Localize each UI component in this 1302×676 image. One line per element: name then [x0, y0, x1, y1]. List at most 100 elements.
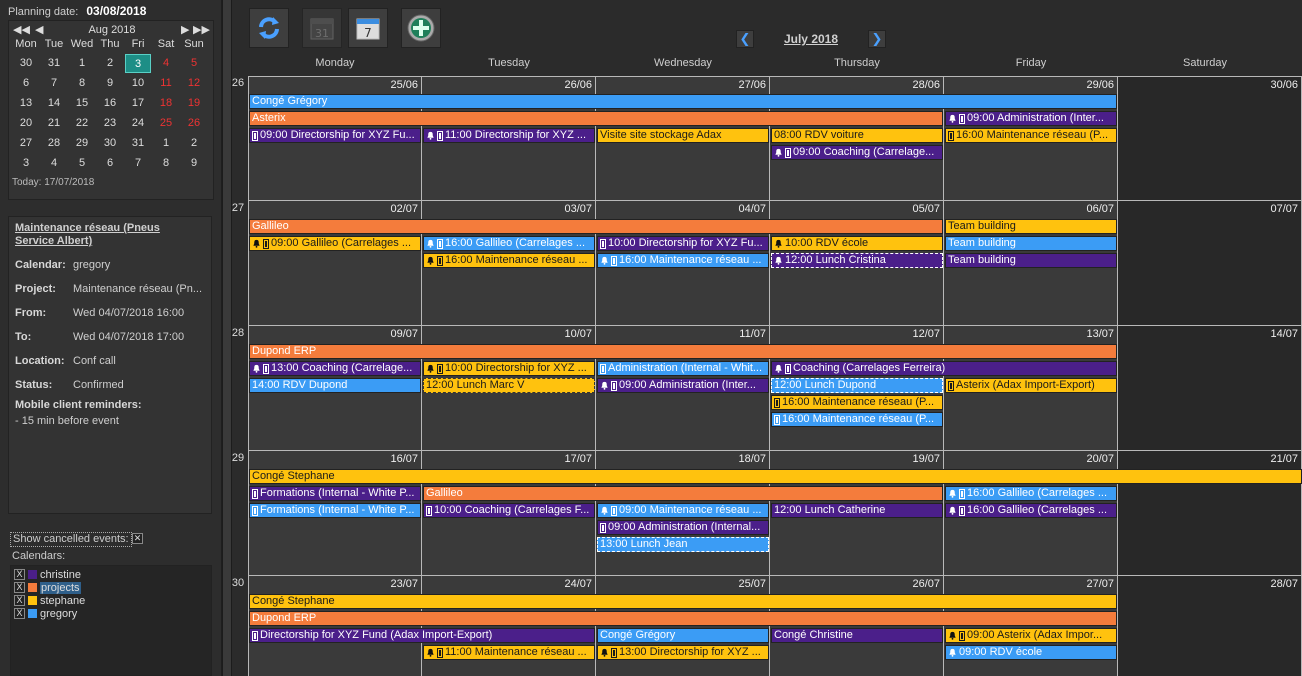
event-christine[interactable]: 12:00 Lunch Catherine: [771, 503, 943, 518]
event-christine[interactable]: Congé Christine: [771, 628, 943, 643]
mini-calendar-day[interactable]: 3: [13, 154, 39, 173]
calendar-checkbox[interactable]: X: [14, 582, 25, 593]
mini-calendar-day[interactable]: 2: [97, 54, 123, 73]
mini-calendar-day[interactable]: 19: [181, 94, 207, 113]
mini-calendar-day[interactable]: 8: [69, 74, 95, 93]
mini-calendar-day[interactable]: 24: [125, 114, 151, 133]
event-stephane[interactable]: Asterix (Adax Import-Export): [945, 378, 1117, 393]
event-title-link[interactable]: Maintenance réseau (Pneus Service Albert…: [15, 222, 195, 248]
event-gregory[interactable]: Congé Grégory: [249, 94, 1117, 109]
day-cell[interactable]: 30/06: [1118, 76, 1302, 201]
event-projects[interactable]: Gallileo: [423, 486, 943, 501]
event-stephane[interactable]: 09:00 Gallileo (Carrelages ...: [249, 236, 421, 251]
mini-calendar-day[interactable]: 29: [69, 134, 95, 153]
event-stephane[interactable]: Visite site stockage Adax: [597, 128, 769, 143]
calendar-item-gregory[interactable]: Xgregory: [14, 607, 77, 620]
event-gregory[interactable]: 16:00 Maintenance réseau (P...: [771, 412, 943, 427]
month-view-button[interactable]: 31: [302, 8, 342, 48]
mini-calendar-day[interactable]: 1: [153, 134, 179, 153]
event-stephane[interactable]: Congé Stephane: [249, 469, 1302, 484]
mini-calendar-day[interactable]: 1: [69, 54, 95, 73]
mini-calendar-day[interactable]: 2: [181, 134, 207, 153]
day-cell[interactable]: 25/07: [596, 576, 770, 676]
event-christine[interactable]: 11:00 Directorship for XYZ ...: [423, 128, 595, 143]
mini-calendar-day[interactable]: 20: [13, 114, 39, 133]
event-projects[interactable]: Gallileo: [249, 219, 943, 234]
mini-calendar-day[interactable]: 30: [97, 134, 123, 153]
mini-calendar-day[interactable]: 10: [125, 74, 151, 93]
event-christine[interactable]: 09:00 Coaching (Carrelage...: [771, 145, 943, 160]
event-christine[interactable]: 09:00 Administration (Internal...: [597, 520, 769, 535]
prev-month-nav-button[interactable]: ❮: [736, 30, 754, 48]
calendar-checkbox[interactable]: X: [14, 569, 25, 580]
mini-calendar-day[interactable]: 5: [69, 154, 95, 173]
event-stephane[interactable]: 13:00 Directorship for XYZ ...: [597, 645, 769, 660]
mini-calendar-day[interactable]: 3: [125, 54, 151, 73]
event-christine[interactable]: 13:00 Coaching (Carrelage...: [249, 361, 421, 376]
day-cell[interactable]: 26/07: [770, 576, 944, 676]
event-christine[interactable]: 09:00 Administration (Inter...: [945, 111, 1117, 126]
event-stephane[interactable]: 08:00 RDV voiture: [771, 128, 943, 143]
mini-calendar-day[interactable]: 21: [41, 114, 67, 133]
show-cancelled-label[interactable]: Show cancelled events:: [10, 532, 132, 547]
event-gregory[interactable]: Administration (Internal - Whit...: [597, 361, 769, 376]
mini-calendar-day[interactable]: 11: [153, 74, 179, 93]
event-stephane[interactable]: 16:00 Maintenance réseau ...: [423, 253, 595, 268]
mini-calendar-day[interactable]: 4: [153, 54, 179, 73]
event-stephane[interactable]: 16:00 Maintenance réseau (P...: [945, 128, 1117, 143]
event-gregory[interactable]: 09:00 Maintenance réseau ...: [597, 503, 769, 518]
event-stephane[interactable]: 12:00 Lunch Marc V: [423, 378, 595, 393]
mini-calendar-day[interactable]: 5: [181, 54, 207, 73]
mini-calendar-day[interactable]: 18: [153, 94, 179, 113]
day-cell[interactable]: 07/07: [1118, 201, 1302, 326]
show-cancelled-checkbox[interactable]: ✕: [132, 533, 143, 544]
calendar-item-stephane[interactable]: Xstephane: [14, 594, 85, 607]
mini-calendar-day[interactable]: 8: [153, 154, 179, 173]
calendar-checkbox[interactable]: X: [14, 595, 25, 606]
event-stephane[interactable]: 10:00 RDV école: [771, 236, 943, 251]
calendar-item-projects[interactable]: Xprojects: [14, 581, 81, 594]
mini-calendar-day[interactable]: 7: [125, 154, 151, 173]
month-title[interactable]: July 2018: [768, 32, 854, 46]
mini-calendar-day[interactable]: 4: [41, 154, 67, 173]
day-cell[interactable]: 28/07: [1118, 576, 1302, 676]
event-christine[interactable]: Coaching (Carrelages Ferreira): [771, 361, 1117, 376]
event-gregory[interactable]: 16:00 Gallileo (Carrelages ...: [945, 486, 1117, 501]
mini-calendar-day[interactable]: 6: [97, 154, 123, 173]
day-cell[interactable]: 23/07: [248, 576, 422, 676]
event-gregory[interactable]: 09:00 RDV école: [945, 645, 1117, 660]
event-christine[interactable]: 09:00 Administration (Inter...: [597, 378, 769, 393]
event-stephane[interactable]: Team building: [945, 219, 1117, 234]
mini-calendar-day[interactable]: 23: [97, 114, 123, 133]
event-gregory[interactable]: 13:00 Lunch Jean: [597, 537, 769, 552]
today-label[interactable]: Today: 17/07/2018: [12, 177, 94, 188]
event-christine[interactable]: Team building: [945, 253, 1117, 268]
event-gregory[interactable]: 12:00 Lunch Dupond: [771, 378, 943, 393]
event-gregory[interactable]: Team building: [945, 236, 1117, 251]
event-gregory[interactable]: 14:00 RDV Dupond: [249, 378, 421, 393]
event-projects[interactable]: Dupond ERP: [249, 611, 1117, 626]
event-christine[interactable]: Formations (Internal - White P...: [249, 486, 421, 501]
add-event-button[interactable]: [401, 8, 441, 48]
next-month-button[interactable]: ▶: [181, 23, 189, 36]
mini-calendar-day[interactable]: 9: [97, 74, 123, 93]
mini-calendar-day[interactable]: 7: [41, 74, 67, 93]
mini-calendar-day[interactable]: 12: [181, 74, 207, 93]
day-cell[interactable]: 14/07: [1118, 326, 1302, 451]
event-christine[interactable]: 09:00 Directorship for XYZ Fu...: [249, 128, 421, 143]
event-stephane[interactable]: 10:00 Directorship for XYZ ...: [423, 361, 595, 376]
last-month-button[interactable]: ▶▶: [193, 23, 210, 36]
event-stephane[interactable]: Congé Stephane: [249, 594, 1117, 609]
mini-calendar-day[interactable]: 31: [41, 54, 67, 73]
event-projects[interactable]: Asterix: [249, 111, 943, 126]
event-stephane[interactable]: 11:00 Maintenance réseau ...: [423, 645, 595, 660]
event-stephane[interactable]: 16:00 Maintenance réseau (P...: [771, 395, 943, 410]
mini-calendar-day[interactable]: 15: [69, 94, 95, 113]
event-gregory[interactable]: 16:00 Gallileo (Carrelages ...: [423, 236, 595, 251]
event-gregory[interactable]: 16:00 Maintenance réseau ...: [597, 253, 769, 268]
event-christine[interactable]: 10:00 Coaching (Carrelages F...: [423, 503, 595, 518]
calendar-checkbox[interactable]: X: [14, 608, 25, 619]
mini-calendar-day[interactable]: 9: [181, 154, 207, 173]
event-christine[interactable]: Directorship for XYZ Fund (Adax Import-E…: [249, 628, 595, 643]
event-christine[interactable]: 12:00 Lunch Cristina: [771, 253, 943, 268]
